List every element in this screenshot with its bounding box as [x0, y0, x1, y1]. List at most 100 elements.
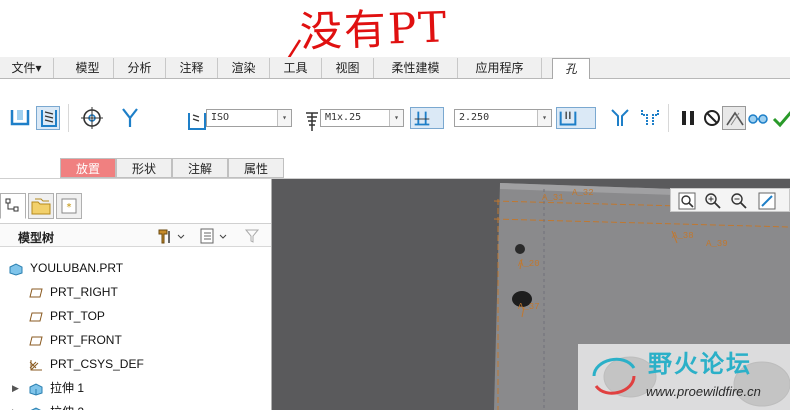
subtab-shape[interactable]: 形状 — [116, 158, 172, 178]
repaint-button[interactable] — [757, 191, 777, 211]
tree-item-label: PRT_TOP — [50, 309, 105, 323]
tree-item[interactable]: YOULUBAN.PRT — [0, 257, 271, 279]
watermark-title: 野火论坛 — [648, 350, 752, 378]
chevron-down-icon[interactable]: ▾ — [389, 110, 403, 126]
tree-item[interactable]: PRT_FRONT — [0, 329, 271, 351]
checkmark-icon — [772, 111, 790, 128]
confirm-button[interactable] — [770, 106, 790, 130]
depth-option-button[interactable] — [410, 107, 444, 129]
tab-applications[interactable]: 应用程序 — [458, 58, 542, 78]
tab-analysis[interactable]: 分析 — [114, 58, 166, 78]
tree-item[interactable]: PRT_RIGHT — [0, 281, 271, 303]
datum-plane-icon — [28, 309, 44, 323]
tree-columns-button[interactable] — [198, 227, 228, 245]
view-toolbar — [670, 188, 790, 212]
tab-tools[interactable]: 工具 — [270, 58, 322, 78]
tree-item-label: 拉伸 2 — [50, 401, 84, 410]
chevron-down-icon: ▾ — [35, 61, 42, 75]
tab-model[interactable]: 模型 — [62, 58, 114, 78]
blind-depth-icon — [414, 111, 430, 126]
depth-value-select[interactable]: 2.250 ▾ — [454, 109, 552, 127]
simple-hole-button[interactable] — [8, 106, 32, 130]
model-tree-header: 模型树 — [0, 223, 271, 247]
tree-filter-button[interactable] — [242, 227, 272, 245]
datum-label: A_31 — [542, 193, 564, 203]
drill-point-button[interactable] — [118, 106, 142, 130]
drill-point-icon — [122, 108, 138, 127]
list-icon — [200, 228, 227, 244]
tab-flexible-modeling[interactable]: 柔性建模 — [374, 58, 458, 78]
tab-render[interactable]: 渲染 — [218, 58, 270, 78]
datum-label: A_20 — [518, 259, 540, 269]
verify-button[interactable] — [746, 106, 770, 130]
screw-size-value: M1x.25 — [325, 112, 362, 123]
thread-option-button[interactable] — [556, 107, 596, 129]
tree-item-label: PRT_FRONT — [50, 333, 122, 347]
tree-item-label: PRT_RIGHT — [50, 285, 118, 299]
tab-favorites[interactable]: * — [56, 193, 82, 219]
forum-logo-icon — [592, 357, 636, 395]
tree-item[interactable]: PRT_TOP — [0, 305, 271, 327]
standard-hole-icon — [41, 110, 57, 127]
zoom-in-icon — [705, 193, 721, 209]
tab-model-tree[interactable] — [0, 193, 26, 219]
tab-hole[interactable]: 孔 — [552, 58, 590, 80]
csys-icon — [28, 357, 44, 371]
zoom-in-button[interactable] — [703, 191, 723, 211]
countersink-icon — [611, 109, 629, 126]
crosshair-hole-icon — [81, 107, 103, 129]
counterbore-button[interactable] — [638, 106, 662, 130]
repaint-icon — [758, 192, 776, 210]
tab-folder-browser[interactable] — [28, 193, 54, 219]
favorites-icon: * — [61, 198, 77, 214]
chevron-down-icon[interactable]: ▾ — [537, 110, 551, 126]
datum-label: A_39 — [706, 239, 728, 249]
extrude-icon — [28, 405, 44, 410]
thread-option-icon — [559, 111, 577, 126]
depth-value: 2.250 — [459, 112, 490, 123]
tab-annotate[interactable]: 注释 — [166, 58, 218, 78]
screw-size-select[interactable]: M1x.25 ▾ — [320, 109, 404, 127]
tree-item[interactable]: ▶ 拉伸 1 — [0, 377, 271, 399]
tree-settings-button[interactable] — [156, 227, 186, 245]
refit-button[interactable] — [677, 191, 697, 211]
zoom-out-button[interactable] — [729, 191, 749, 211]
tree-item-label: PRT_CSYS_DEF — [50, 357, 144, 371]
standard-hole-button[interactable] — [36, 106, 60, 130]
thread-standard-select[interactable]: ISO ▾ — [206, 109, 292, 127]
preview-icon — [726, 111, 744, 126]
navigator-panel: * 模型树 YOULUBAN.PRT PRT_RIGHT PRT_TOP PRT… — [0, 179, 272, 410]
file-menu-label: 文件 — [11, 61, 36, 75]
datum-label: A_37 — [518, 302, 540, 312]
counterbore-icon — [641, 110, 659, 126]
menu-bar: 文件▾ 模型 分析 注释 渲染 工具 视图 柔性建模 应用程序 孔 — [0, 57, 790, 80]
tab-view[interactable]: 视图 — [322, 58, 374, 78]
expand-arrow-icon[interactable]: ▶ — [12, 401, 19, 410]
pause-icon — [682, 111, 694, 125]
model-tree-title: 模型树 — [18, 231, 55, 245]
thread-standard-value: ISO — [211, 112, 230, 123]
file-menu[interactable]: 文件▾ — [0, 58, 54, 78]
countersink-button[interactable] — [608, 106, 632, 130]
subtab-placement[interactable]: 放置 — [60, 158, 116, 178]
subtab-properties[interactable]: 属性 — [228, 158, 284, 178]
subtab-note[interactable]: 注解 — [172, 158, 228, 178]
tree-item[interactable]: ▶ 拉伸 2 — [0, 401, 271, 410]
ribbon-separator — [668, 104, 669, 132]
screw-size-icon-button — [300, 109, 320, 133]
chevron-down-icon[interactable]: ▾ — [277, 110, 291, 126]
zoom-fit-icon — [678, 192, 696, 210]
datum-plane-icon — [28, 285, 44, 299]
extrude-icon — [28, 381, 44, 396]
tapped-hole-button[interactable] — [80, 106, 104, 130]
model-tree-icon — [5, 198, 19, 212]
tree-item[interactable]: PRT_CSYS_DEF — [0, 353, 271, 375]
pause-button[interactable] — [676, 106, 700, 130]
folder-icon — [31, 198, 51, 215]
simple-hole-icon — [10, 110, 30, 126]
datum-label: A_38 — [672, 231, 694, 241]
thread-standard-button[interactable] — [185, 109, 206, 133]
expand-arrow-icon[interactable]: ▶ — [12, 377, 19, 399]
no-preview-button[interactable] — [700, 106, 724, 130]
preview-button[interactable] — [722, 106, 746, 130]
